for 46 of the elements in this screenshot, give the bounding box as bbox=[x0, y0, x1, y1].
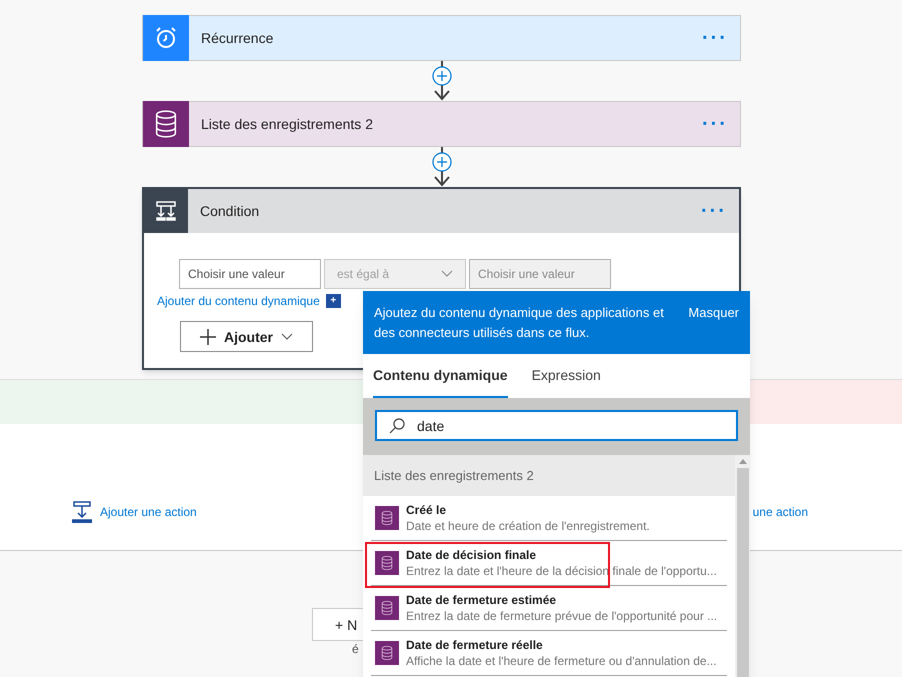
popup-tab[interactable]: Expression bbox=[532, 354, 601, 398]
search-field[interactable]: date bbox=[375, 410, 738, 441]
database-icon bbox=[154, 110, 178, 138]
add-action-link[interactable]: Ajouter une action bbox=[100, 504, 197, 520]
item-title: Créé le bbox=[406, 502, 448, 518]
plus-icon bbox=[200, 328, 216, 344]
new-step-caption: é bbox=[352, 641, 359, 657]
add-action-link[interactable]: une action bbox=[752, 504, 808, 520]
scrollbar[interactable] bbox=[735, 455, 750, 677]
item-title: Date de fermeture réelle bbox=[406, 637, 544, 653]
item-description: Entrez la date et l'heure de la décision finale de l'opportu... bbox=[406, 563, 717, 579]
add-action-icon bbox=[72, 501, 92, 523]
add-dynamic-button[interactable]: + bbox=[326, 294, 341, 308]
database-icon bbox=[381, 600, 393, 616]
item-description: Affiche la date et l'heure de fermeture ou d'annulation de... bbox=[406, 653, 717, 669]
connector-arrow bbox=[430, 61, 454, 101]
item-title: Date de décision finale bbox=[406, 547, 538, 563]
add-button[interactable]: Ajouter bbox=[180, 321, 313, 352]
dynamic-content-item[interactable]: Date de fermeture estimée Entrez la date de fermeture prévue de l'opportunité pour ... bbox=[371, 586, 727, 631]
step-card[interactable]: Liste des enregistrements 2 ··· bbox=[142, 101, 741, 147]
step-title: Liste des enregistrements 2 bbox=[201, 115, 374, 134]
database-icon bbox=[381, 555, 393, 571]
chevron-down-icon bbox=[441, 270, 453, 278]
database-icon bbox=[381, 645, 393, 661]
more-menu[interactable]: ··· bbox=[702, 24, 740, 52]
chevron-down-icon bbox=[281, 332, 293, 340]
step-title: Condition bbox=[200, 202, 260, 221]
alarm-clock-icon bbox=[154, 26, 178, 50]
hide-link[interactable]: Masquer bbox=[688, 303, 739, 323]
item-title: Date de fermeture estimée bbox=[406, 592, 558, 608]
scroll-up-icon bbox=[738, 459, 746, 464]
dynamic-content-item[interactable]: Date de décision finale Entrez la date et l'heure de la décision finale de l'opportu... bbox=[371, 541, 727, 586]
popup-message: Ajoutez du contenu dynamique des applications et des connecteurs utilisés dans ce flux. bbox=[374, 304, 665, 342]
item-description: Date et heure de création de l'enregistrement. bbox=[406, 518, 650, 534]
value-field[interactable]: Choisir une valeur bbox=[179, 259, 321, 289]
item-description: Entrez la date de fermeture prévue de l'opportunité pour ... bbox=[406, 608, 718, 624]
database-icon bbox=[381, 510, 393, 526]
step-card[interactable]: Récurrence ··· bbox=[142, 15, 741, 61]
dynamic-content-item[interactable]: Date de fermeture réelle Affiche la date et l'heure de fermeture ou d'annulation de... bbox=[371, 631, 727, 676]
dynamic-content-item[interactable]: Créé le Date et heure de création de l'enregistrement. bbox=[371, 496, 727, 541]
more-menu[interactable]: ··· bbox=[702, 110, 740, 138]
search-icon bbox=[389, 418, 405, 434]
condition-icon bbox=[154, 199, 178, 223]
dynamic-content-link[interactable]: Ajouter du contenu dynamique bbox=[157, 293, 320, 309]
step-title: Récurrence bbox=[201, 29, 274, 48]
group-header: Liste des enregistrements 2 bbox=[363, 455, 735, 496]
